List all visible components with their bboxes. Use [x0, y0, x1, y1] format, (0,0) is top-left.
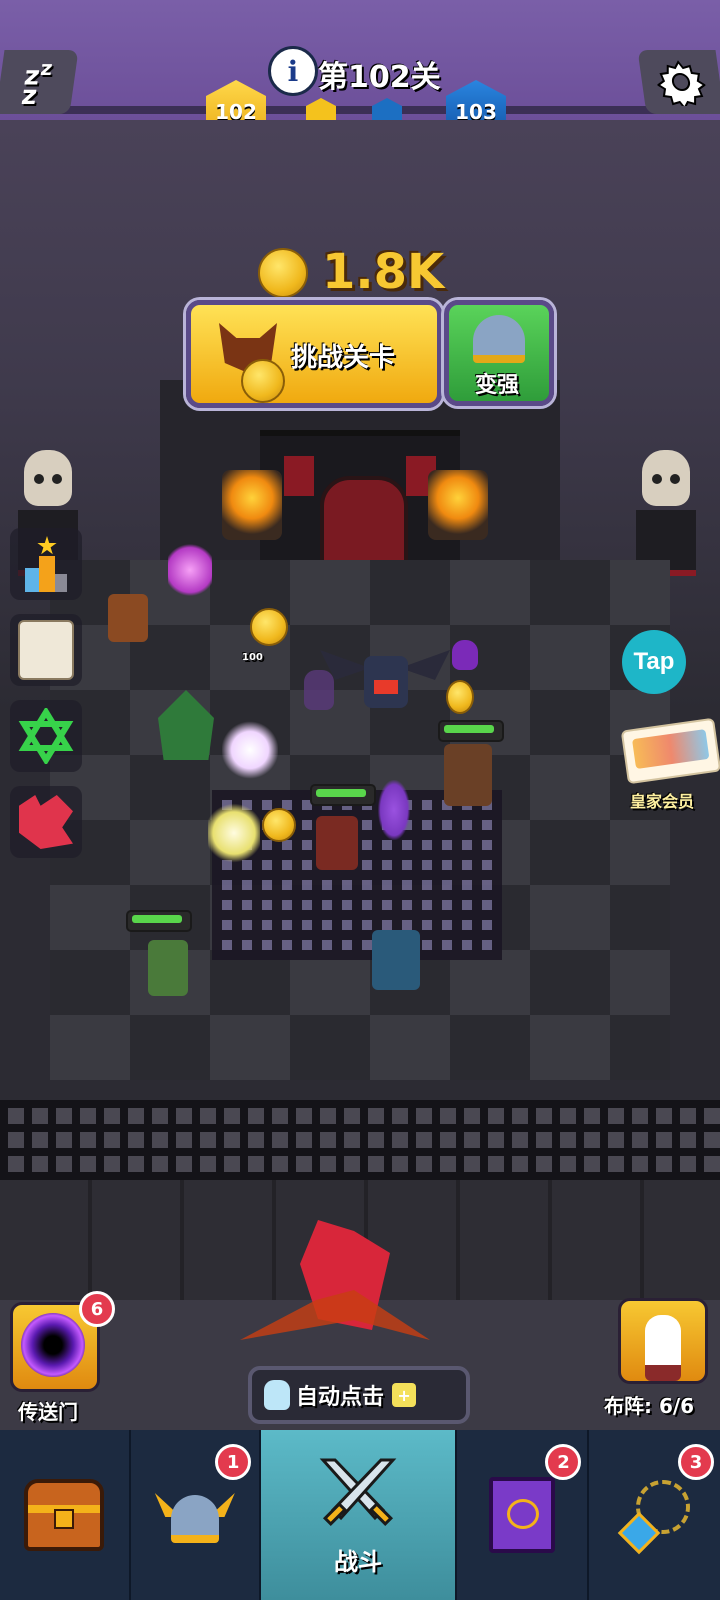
portal-badge: 6 — [79, 1291, 115, 1327]
tab-artifacts[interactable]: 3 — [589, 1430, 720, 1600]
plus-icon: + — [392, 1383, 417, 1407]
crossed-swords-icon — [319, 1458, 397, 1526]
hero-barbarian — [444, 744, 492, 806]
ghost-effect — [222, 720, 278, 780]
vip-card-icon — [631, 729, 710, 770]
formation-label: 布阵: 6/6 — [604, 1394, 695, 1418]
coin-drop — [446, 680, 474, 714]
gear-icon — [656, 60, 707, 106]
rank-button[interactable] — [10, 528, 82, 600]
tab-battle[interactable]: 战斗 — [261, 1430, 457, 1600]
coin-icon — [241, 359, 285, 403]
coin-drop — [262, 808, 296, 842]
upgrade-label: 变强 — [475, 373, 520, 398]
boss-bat-demon — [320, 640, 450, 720]
sleep-icon: zz z — [19, 55, 55, 112]
ghost-effect — [378, 780, 410, 840]
hexagram-icon — [18, 708, 74, 764]
podium-star-icon — [21, 536, 71, 592]
level-info-button[interactable]: i — [268, 46, 318, 96]
floor-grate-large — [0, 1100, 720, 1180]
bottom-nav: 1 战斗 2 3 — [0, 1430, 720, 1600]
coin-drop — [250, 608, 288, 646]
spellbook-icon — [489, 1477, 556, 1553]
tab-badge: 1 — [215, 1444, 252, 1480]
amulet-icon — [617, 1480, 690, 1555]
hero-red-cap — [316, 816, 358, 870]
hero-ranger — [108, 594, 148, 642]
ghost-effect — [168, 540, 212, 600]
skull-icon — [642, 450, 690, 506]
fury-button[interactable] — [10, 786, 82, 858]
portal-button[interactable]: 6 — [10, 1291, 115, 1392]
level-title: 第102关 — [318, 60, 441, 95]
skull-icon — [24, 450, 72, 506]
hero-blue-mage — [372, 930, 420, 990]
tab-label: 战斗 — [334, 1547, 383, 1576]
brazier-right — [428, 470, 488, 540]
tab-heroes[interactable]: 1 — [131, 1430, 262, 1600]
hero-paladin — [208, 800, 260, 866]
auto-click-label: 自动点击 — [296, 1385, 385, 1410]
gate-banner-left — [284, 456, 314, 496]
coin-total: 1.8K — [322, 244, 445, 300]
settings-button[interactable] — [637, 50, 720, 114]
tab-badge: 3 — [678, 1444, 715, 1480]
hand-pointer-icon — [264, 1380, 290, 1410]
hero-archer — [148, 940, 188, 996]
scroll-icon — [18, 620, 74, 680]
challenge-level-button[interactable]: 挑战关卡 — [186, 300, 442, 408]
auto-click-button[interactable]: 自动点击 + — [248, 1366, 470, 1424]
coin-drop-label: 100 — [242, 652, 263, 663]
skull-purple — [304, 670, 334, 710]
hexagram-button[interactable] — [10, 700, 82, 772]
viking-warrior-icon — [645, 1315, 681, 1381]
formation-button[interactable] — [618, 1298, 708, 1384]
black-hole-icon — [21, 1313, 85, 1377]
brazier-left — [222, 470, 282, 540]
quest-scroll-button[interactable] — [10, 614, 82, 686]
viking-helmet-icon — [154, 1485, 235, 1545]
tab-spellbook[interactable]: 2 — [457, 1430, 590, 1600]
viking-helmet-icon — [473, 315, 525, 363]
hero-health-bar — [126, 910, 192, 932]
tap-label: Tap — [633, 648, 675, 675]
skull-pillar-right — [636, 450, 696, 576]
vip-label: 皇家会员 — [630, 792, 695, 811]
info-icon: i — [287, 54, 299, 88]
treasure-chest-icon — [24, 1479, 105, 1551]
coin-total-icon — [258, 248, 308, 298]
skull-purple — [452, 640, 478, 670]
red-claw-icon — [19, 795, 73, 849]
hero-health-bar — [438, 720, 504, 742]
dragon-hero — [240, 1220, 430, 1360]
portal-label: 传送门 — [18, 1400, 78, 1424]
tab-treasure[interactable] — [0, 1430, 131, 1600]
tap-button[interactable]: Tap — [622, 630, 686, 694]
upgrade-button[interactable]: 变强 — [444, 300, 554, 406]
challenge-level-label: 挑战关卡 — [291, 343, 396, 373]
tab-badge: 2 — [545, 1444, 582, 1480]
hero-health-bar — [310, 784, 376, 806]
sleep-button[interactable]: zz z — [0, 50, 79, 114]
